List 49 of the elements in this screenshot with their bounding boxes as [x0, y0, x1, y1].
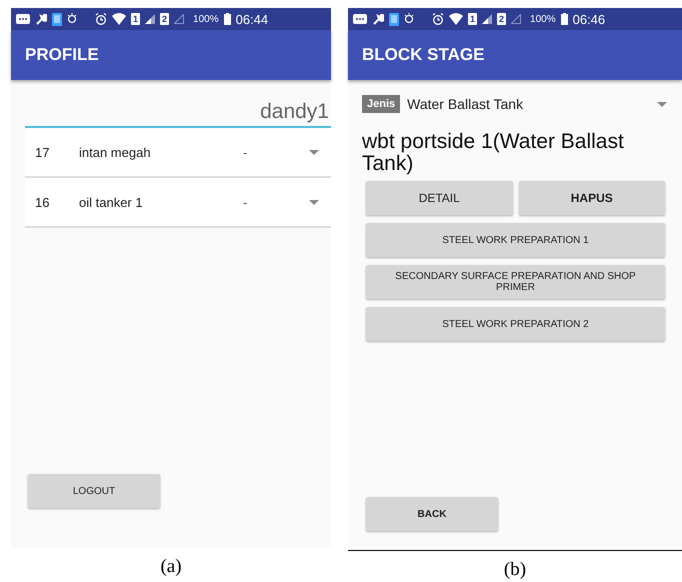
sim-label: 1	[131, 13, 140, 25]
signal-icon	[511, 14, 522, 24]
wifi-icon	[112, 13, 126, 25]
figure-caption: (a)	[159, 556, 183, 578]
ship-row[interactable]: 17 intan megah -	[25, 128, 331, 178]
signal-icon	[482, 14, 492, 24]
dropdown-caret-icon[interactable]	[309, 150, 319, 154]
action-button[interactable]: DETAIL	[366, 181, 512, 215]
stage-button[interactable]: STEEL WORK PREPARATION 2	[366, 307, 665, 341]
figure-caption: (b)	[502, 559, 528, 581]
clock-time: 06:44	[236, 12, 268, 26]
back-button[interactable]: BACK	[366, 497, 498, 531]
phone-icon	[389, 12, 399, 26]
block-heading: wbt portside 1(Water Ballast Tank)	[362, 131, 625, 175]
sim-label: 2	[497, 13, 506, 25]
stage-button[interactable]: SECONDARY SURFACE PREPARATION AND SHOP PRIMER	[366, 265, 665, 299]
battery-icon	[560, 13, 568, 25]
app-bar-title: PROFILE	[25, 45, 99, 65]
alarm-clock-icon	[432, 13, 444, 25]
sim-label: 2	[160, 13, 170, 25]
signal-icon	[145, 14, 156, 24]
chat-icon	[16, 13, 30, 25]
ship-id: 17	[35, 144, 50, 160]
logout-button[interactable]: LOGOUT	[28, 474, 160, 508]
dropdown-caret-icon[interactable]	[309, 200, 319, 204]
battery-percent: 100%	[530, 14, 556, 24]
battery-percent: 100%	[193, 14, 219, 24]
battery-icon	[224, 13, 231, 25]
dropdown-value[interactable]: Water Ballast Tank	[407, 96, 657, 112]
field-label: Jenis	[362, 95, 400, 113]
ship-name: oil tanker 1	[79, 194, 144, 210]
signal-icon	[174, 14, 184, 24]
clock-time: 06:46	[572, 12, 606, 26]
app-bar-title: BLOCK STAGE	[362, 45, 484, 65]
ship-name: intan megah	[79, 144, 152, 160]
ship-status: -	[243, 144, 248, 160]
dropdown-caret-icon[interactable]	[657, 102, 667, 106]
action-button[interactable]: HAPUS	[518, 181, 665, 215]
sim-label: 1	[468, 13, 478, 25]
ship-id: 16	[35, 194, 50, 210]
ship-row[interactable]: 16 oil tanker 1 -	[25, 178, 331, 228]
wifi-icon	[449, 13, 463, 25]
stage-button[interactable]: STEEL WORK PREPARATION 1	[366, 223, 665, 257]
wrench-icon	[372, 13, 384, 25]
ship-status: -	[243, 194, 248, 210]
phone-icon	[52, 12, 62, 26]
alarm-clock-icon	[95, 13, 107, 25]
wrench-icon	[35, 13, 47, 25]
chat-icon	[353, 13, 367, 25]
